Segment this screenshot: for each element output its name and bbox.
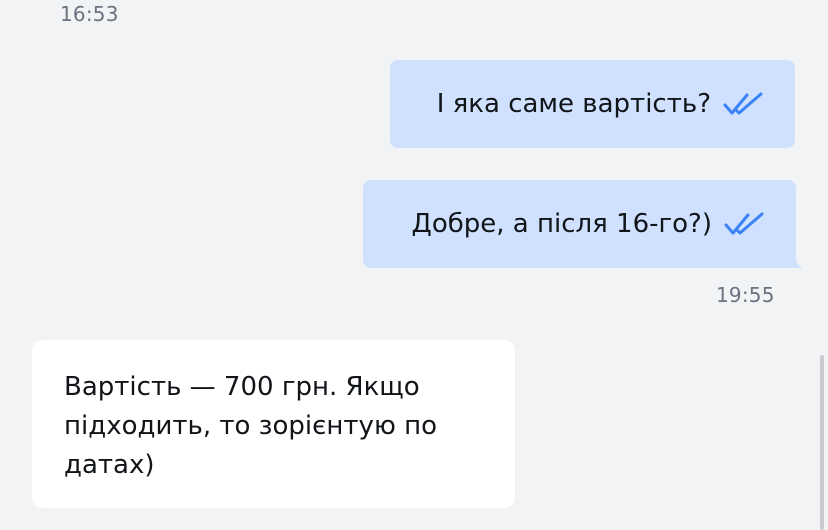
outgoing-message-bubble[interactable]: І яка саме вартість? — [390, 60, 795, 148]
double-check-icon — [723, 92, 763, 115]
message-timestamp: 19:55 — [716, 283, 775, 307]
message-text: Добре, а після 16-го?) — [411, 209, 713, 239]
message-text: Вартість — 700 грн. Якщо підходить, то з… — [64, 372, 438, 480]
scrollbar[interactable] — [820, 355, 824, 530]
message-text: І яка саме вартість? — [436, 89, 711, 119]
message-timestamp: 16:53 — [60, 2, 119, 26]
outgoing-message-bubble[interactable]: Добре, а після 16-го?) — [363, 180, 796, 268]
double-check-icon — [724, 212, 764, 235]
incoming-message-bubble[interactable]: Вартість — 700 грн. Якщо підходить, то з… — [32, 340, 515, 508]
